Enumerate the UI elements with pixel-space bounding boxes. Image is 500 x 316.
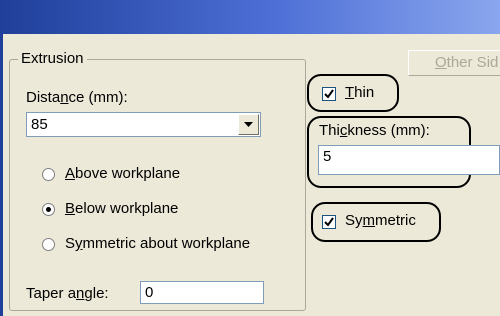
thickness-input[interactable]: 5	[318, 145, 500, 175]
taper-angle-label: Taper angle:	[26, 285, 109, 302]
symmetric-about-workplane-label[interactable]: Symmetric about workplane	[65, 235, 250, 252]
distance-value: 85	[31, 116, 48, 133]
checkmark-icon	[324, 217, 334, 227]
symmetric-checkbox[interactable]	[322, 215, 336, 229]
symmetric-about-workplane-radio[interactable]	[42, 238, 55, 251]
window-frame	[0, 34, 3, 316]
taper-angle-value: 0	[145, 284, 154, 301]
thin-checkbox[interactable]	[322, 87, 336, 101]
extrusion-group-label: Extrusion	[18, 50, 87, 67]
thickness-value: 5	[323, 148, 332, 165]
thickness-label: Thickness (mm):	[319, 122, 430, 139]
below-workplane-label[interactable]: Below workplane	[65, 200, 178, 217]
other-side-button[interactable]: Other Sid	[408, 50, 500, 76]
below-workplane-radio[interactable]	[42, 203, 55, 216]
checkmark-icon	[324, 89, 334, 99]
distance-combobox[interactable]: 85	[26, 112, 261, 137]
chevron-down-icon	[244, 122, 253, 127]
title-bar	[0, 0, 500, 34]
distance-label: Distance (mm):	[26, 89, 128, 106]
symmetric-label[interactable]: Symmetric	[345, 212, 416, 229]
radio-selected-dot	[46, 207, 51, 212]
above-workplane-radio[interactable]	[42, 168, 55, 181]
distance-dropdown-button[interactable]	[238, 114, 259, 135]
taper-angle-input[interactable]: 0	[140, 281, 264, 304]
above-workplane-label[interactable]: Above workplane	[65, 165, 180, 182]
thin-label[interactable]: Thin	[345, 84, 374, 101]
